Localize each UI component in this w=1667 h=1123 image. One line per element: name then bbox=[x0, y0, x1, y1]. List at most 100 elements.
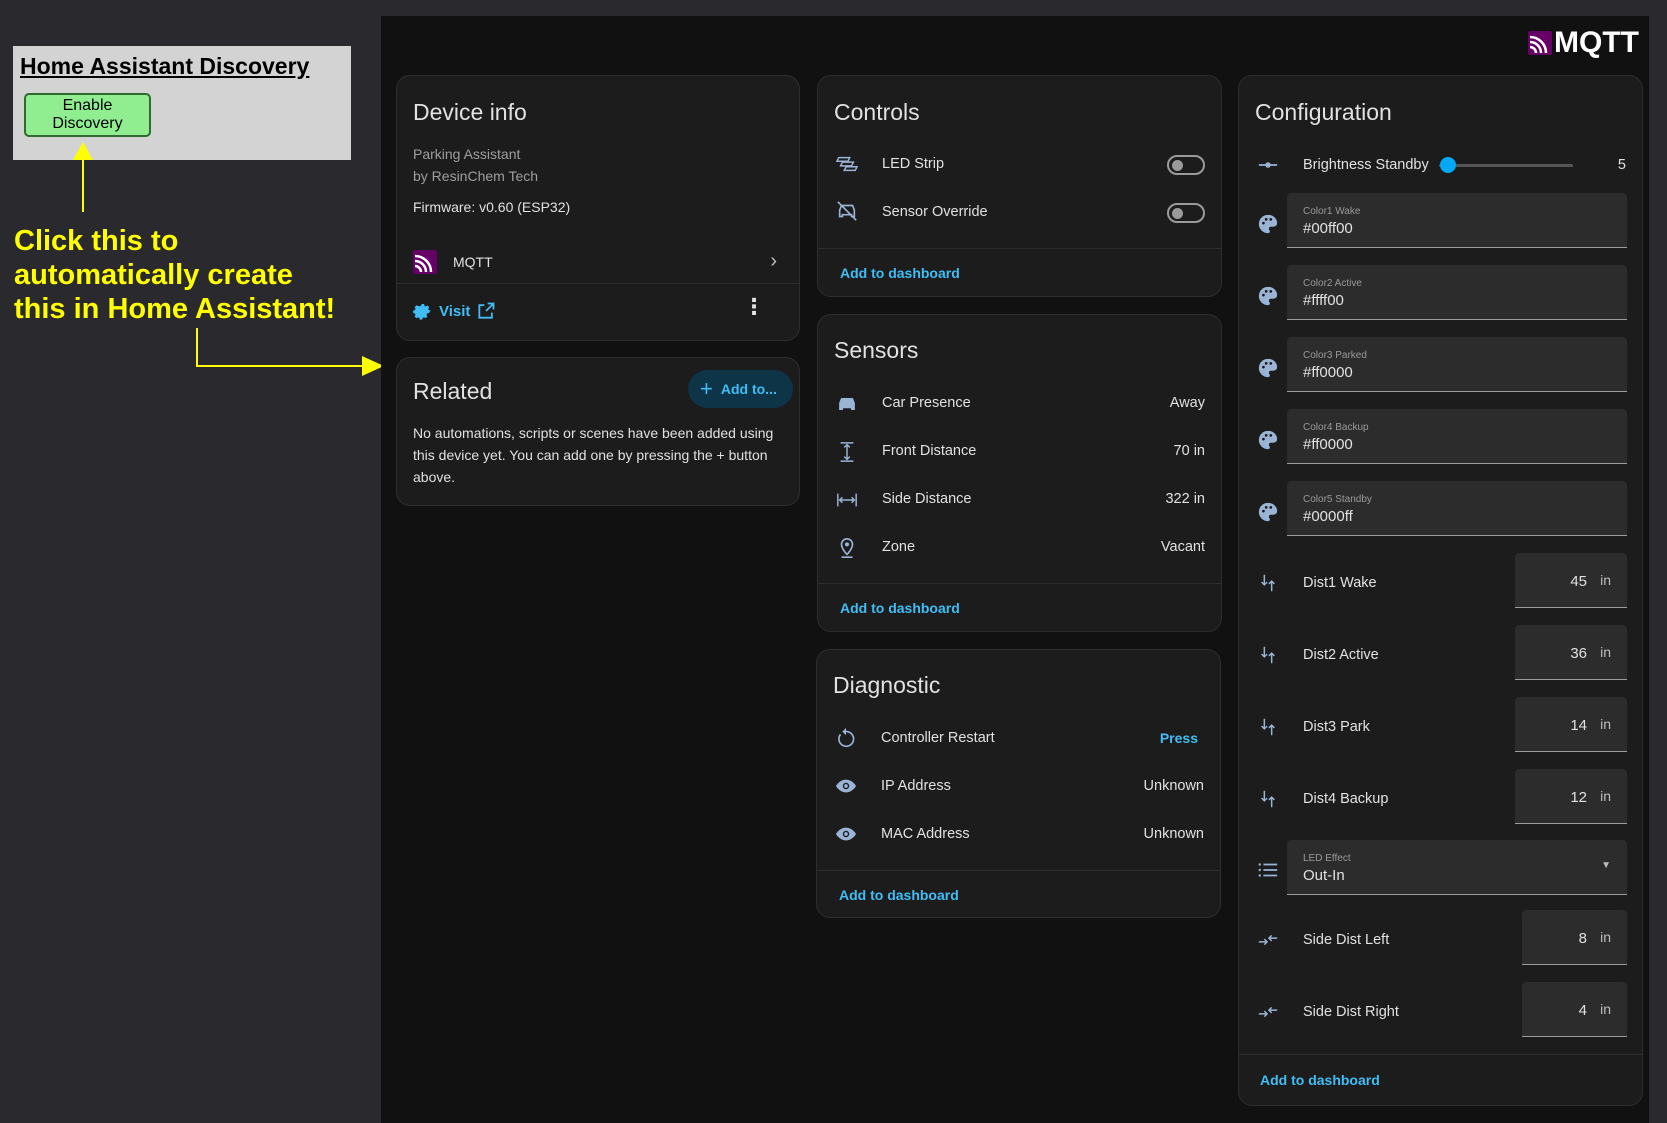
field-value: #ff0000 bbox=[1303, 364, 1353, 381]
color3-field[interactable]: Color3 Parked #ff0000 bbox=[1287, 337, 1627, 392]
divider bbox=[818, 248, 1221, 249]
palette-icon bbox=[1258, 286, 1278, 306]
diagnostic-value: Unknown bbox=[1143, 778, 1204, 794]
field-unit: in bbox=[1600, 644, 1611, 660]
plus-icon: + bbox=[700, 376, 713, 401]
arrow-up-down-icon bbox=[1261, 574, 1275, 592]
field-value: #0000ff bbox=[1303, 508, 1353, 525]
arrow-up-down-icon bbox=[1261, 790, 1275, 808]
add-to-button[interactable]: + Add to... bbox=[688, 370, 793, 408]
field-value: 14 bbox=[1570, 717, 1587, 734]
palette-icon bbox=[1258, 214, 1278, 234]
sensor-value: Vacant bbox=[1160, 539, 1205, 555]
distance-label: Dist3 Park bbox=[1303, 719, 1370, 735]
format-list-icon bbox=[1258, 863, 1278, 877]
field-label: Color2 Active bbox=[1303, 278, 1362, 289]
dist4-input[interactable]: 12 in bbox=[1515, 769, 1627, 824]
color1-field[interactable]: Color1 Wake #00ff00 bbox=[1287, 193, 1627, 248]
add-to-dashboard-link[interactable]: Add to dashboard bbox=[840, 265, 960, 281]
brightness-label: Brightness Standby bbox=[1303, 157, 1429, 173]
diagnostic-label: IP Address bbox=[881, 778, 951, 794]
field-label: LED Effect bbox=[1303, 853, 1351, 864]
dist3-input[interactable]: 14 in bbox=[1515, 697, 1627, 752]
map-marker-icon bbox=[840, 538, 854, 558]
sensor-override-toggle[interactable] bbox=[1167, 203, 1205, 223]
diagnostic-title: Diagnostic bbox=[833, 672, 941, 698]
divider bbox=[817, 870, 1220, 871]
field-value: 12 bbox=[1570, 789, 1587, 806]
side-dist-label: Side Dist Left bbox=[1303, 932, 1390, 948]
sensor-value: 70 in bbox=[1173, 443, 1205, 459]
side-dist-right-input[interactable]: 4 in bbox=[1522, 982, 1627, 1037]
diagnostic-card: Diagnostic Controller Restart Press IP A… bbox=[816, 649, 1221, 918]
brightness-slider-knob[interactable] bbox=[1440, 157, 1456, 173]
side-dist-left-input[interactable]: 8 in bbox=[1522, 910, 1627, 965]
field-label: Color4 Backup bbox=[1303, 422, 1369, 433]
color2-field[interactable]: Color2 Active #ffff00 bbox=[1287, 265, 1627, 320]
led-strip-toggle[interactable] bbox=[1167, 155, 1205, 175]
device-firmware: Firmware: v0.60 (ESP32) bbox=[413, 199, 571, 215]
add-to-dashboard-link[interactable]: Add to dashboard bbox=[840, 600, 960, 616]
device-model: Parking Assistant bbox=[413, 146, 521, 162]
arrow-collapse-horizontal-icon bbox=[1258, 934, 1278, 946]
color5-field[interactable]: Color5 Standby #0000ff bbox=[1287, 481, 1627, 536]
sensor-label: Side Distance bbox=[882, 491, 972, 507]
distance-label: Dist1 Wake bbox=[1303, 575, 1377, 591]
field-label: Color5 Standby bbox=[1303, 494, 1372, 505]
discovery-title: Home Assistant Discovery bbox=[20, 53, 310, 79]
field-label: Color3 Parked bbox=[1303, 350, 1367, 361]
divider bbox=[818, 583, 1221, 584]
dist1-input[interactable]: 45 in bbox=[1515, 553, 1627, 608]
arrow-collapse-horizontal-icon bbox=[1258, 1006, 1278, 1018]
brightness-slider-track[interactable] bbox=[1439, 164, 1573, 167]
press-button[interactable]: Press bbox=[1160, 730, 1198, 746]
gear-icon bbox=[413, 304, 431, 320]
palette-icon bbox=[1258, 502, 1278, 522]
arrow-vertical-icon bbox=[840, 442, 854, 462]
mqtt-logo-text: MQTT bbox=[1554, 26, 1639, 59]
color4-field[interactable]: Color4 Backup #ff0000 bbox=[1287, 409, 1627, 464]
dist2-input[interactable]: 36 in bbox=[1515, 625, 1627, 680]
configuration-card: Configuration Brightness Standby 5 Color… bbox=[1238, 75, 1643, 1106]
control-label: LED Strip bbox=[882, 156, 945, 172]
sensor-label: Car Presence bbox=[882, 395, 971, 411]
integration-label: MQTT bbox=[453, 254, 493, 270]
add-to-dashboard-link[interactable]: Add to dashboard bbox=[1260, 1072, 1380, 1088]
enable-discovery-button[interactable]: Enable Discovery bbox=[24, 93, 151, 137]
chevron-right-icon: › bbox=[770, 250, 777, 272]
sensor-label: Zone bbox=[882, 539, 916, 555]
diagnostic-value: Unknown bbox=[1143, 826, 1204, 842]
visit-label: Visit bbox=[439, 302, 471, 320]
controls-title: Controls bbox=[834, 99, 920, 125]
integration-row[interactable]: MQTT › bbox=[397, 244, 799, 282]
sensor-label: Front Distance bbox=[882, 443, 977, 459]
field-unit: in bbox=[1600, 716, 1611, 732]
related-text: No automations, scripts or scenes have b… bbox=[413, 425, 774, 485]
field-value: 45 bbox=[1570, 573, 1587, 590]
mqtt-logo-icon bbox=[1528, 31, 1552, 55]
add-to-label: Add to... bbox=[720, 381, 777, 397]
distance-label: Dist2 Active bbox=[1303, 647, 1379, 663]
field-unit: in bbox=[1600, 788, 1611, 804]
visit-link[interactable]: Visit bbox=[411, 298, 496, 324]
side-dist-label: Side Dist Right bbox=[1303, 1004, 1399, 1020]
restart-icon bbox=[838, 727, 855, 748]
led-strip-icon bbox=[836, 156, 858, 172]
field-unit: in bbox=[1600, 929, 1611, 945]
led-effect-select[interactable]: LED Effect Out-In ▼ bbox=[1287, 840, 1627, 895]
palette-icon bbox=[1258, 430, 1278, 450]
discovery-panel: Home Assistant Discovery Enable Discover… bbox=[13, 46, 351, 160]
distance-label: Dist4 Backup bbox=[1303, 791, 1389, 807]
field-value: 36 bbox=[1570, 645, 1587, 662]
sensors-card: Sensors Car Presence Away Front Distance… bbox=[817, 314, 1222, 632]
arrow-up-down-icon bbox=[1261, 646, 1275, 664]
more-vert-icon[interactable]: ⋮ bbox=[743, 296, 765, 318]
configuration-title: Configuration bbox=[1255, 99, 1392, 125]
field-label: Color1 Wake bbox=[1303, 206, 1361, 217]
add-to-dashboard-link[interactable]: Add to dashboard bbox=[839, 887, 959, 903]
field-unit: in bbox=[1600, 1001, 1611, 1017]
device-info-card: Device info Parking Assistant by ResinCh… bbox=[396, 75, 800, 341]
open-in-new-icon bbox=[478, 302, 495, 319]
arrow-up-down-icon bbox=[1261, 718, 1275, 736]
field-value: Out-In bbox=[1303, 867, 1345, 884]
